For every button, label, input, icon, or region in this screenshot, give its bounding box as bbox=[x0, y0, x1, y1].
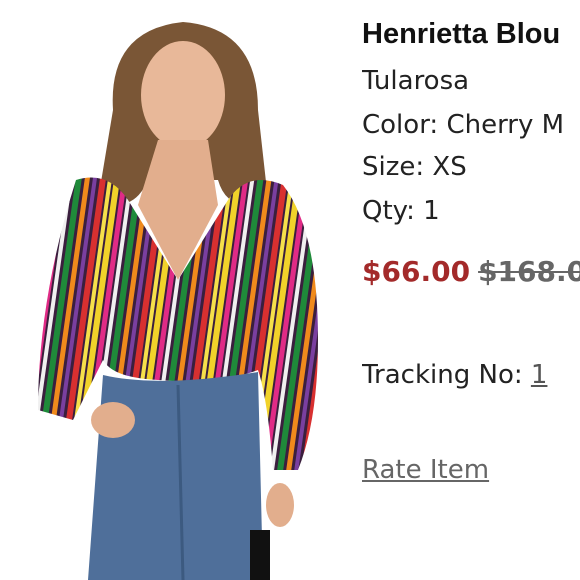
sale-price: $66.00 bbox=[362, 255, 471, 288]
tracking-info: Tracking No: 1 bbox=[362, 360, 547, 390]
rate-item-link[interactable]: Rate Item bbox=[362, 455, 489, 485]
product-title[interactable]: Henrietta Blou bbox=[362, 18, 560, 51]
item-details: Henrietta Blou Tularosa Color: Cherry M … bbox=[362, 0, 580, 580]
original-price: $168.0 bbox=[478, 255, 580, 288]
tracking-number-link[interactable]: 1 bbox=[531, 360, 548, 390]
model-photo bbox=[38, 22, 318, 580]
product-size: Size: XS bbox=[362, 152, 467, 182]
product-qty: Qty: 1 bbox=[362, 196, 440, 226]
price-row: $66.00 $168.0 bbox=[362, 255, 580, 288]
product-color: Color: Cherry M bbox=[362, 110, 565, 140]
product-brand: Tularosa bbox=[362, 66, 470, 96]
product-image bbox=[18, 0, 340, 580]
tracking-label: Tracking No: bbox=[362, 360, 531, 390]
